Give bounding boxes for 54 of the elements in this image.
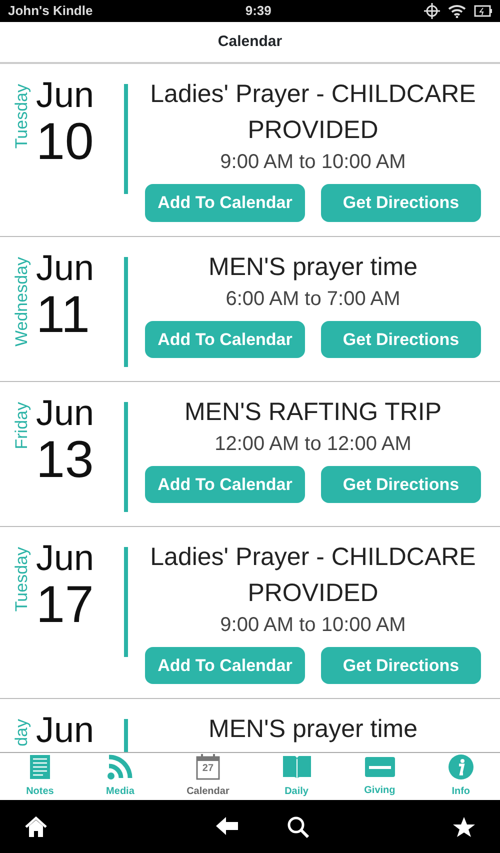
event-title: MEN'S prayer time: [208, 714, 418, 745]
weekday-label: Tuesday: [12, 546, 32, 612]
home-icon[interactable]: [24, 816, 48, 838]
calendar-icon: [196, 754, 220, 780]
weekday-label: Tuesday: [12, 84, 32, 149]
tab-bar-item[interactable]: Info: [444, 753, 478, 800]
event-time: 12:00 AM to 12:00 AM: [214, 432, 412, 456]
weekday-label: Friday: [12, 402, 32, 449]
tab-bar-item[interactable]: Notes: [22, 753, 58, 800]
tab-bar-item[interactable]: Daily: [278, 753, 316, 800]
add-to-calendar-button[interactable]: Add To Calendar: [145, 320, 305, 358]
month-label: Jun: [36, 76, 94, 114]
back-icon[interactable]: [215, 816, 239, 836]
get-directions-button[interactable]: Get Directions: [321, 184, 481, 222]
get-directions-button[interactable]: Get Directions: [321, 320, 481, 358]
day-number: 10: [36, 114, 94, 170]
month-label: Jun: [36, 538, 94, 576]
month-label: Jun: [36, 394, 94, 432]
day-number: 11: [36, 286, 91, 342]
add-to-calendar-button[interactable]: Add To Calendar: [145, 646, 305, 684]
rss-icon: [107, 754, 134, 780]
add-to-calendar-button[interactable]: Add To Calendar: [145, 466, 305, 503]
tab-bar-item[interactable]: Giving: [360, 754, 400, 799]
tab-bar-item[interactable]: 27 Calendar: [182, 753, 234, 800]
day-number: 13: [36, 432, 94, 488]
event-title: Ladies' Prayer - CHILDCARE PROVIDED: [149, 542, 477, 608]
location-icon: [424, 3, 440, 19]
add-to-calendar-button[interactable]: Add To Calendar: [145, 184, 305, 222]
search-icon[interactable]: [287, 816, 309, 838]
month-label: Jun: [36, 248, 94, 286]
event-title: Ladies' Prayer - CHILDCARE PROVIDED: [149, 79, 477, 146]
star-icon[interactable]: [452, 816, 476, 838]
info-icon: [448, 754, 474, 780]
page-title: Calendar: [218, 32, 282, 52]
event-time: 9:00 AM to 10:00 AM: [220, 150, 406, 175]
clock: 9:39: [245, 3, 272, 18]
get-directions-button[interactable]: Get Directions: [321, 466, 481, 503]
wifi-icon: [448, 4, 466, 18]
date-number: 27: [201, 763, 215, 775]
weekday-label: day: [12, 719, 32, 746]
tab-bar-item[interactable]: Media: [102, 753, 138, 800]
get-directions-button[interactable]: Get Directions: [321, 646, 481, 684]
event-title: MEN'S prayer time: [208, 252, 418, 282]
battery-icon: [474, 5, 492, 17]
month-label: Jun: [36, 711, 94, 749]
device-name: John's Kindle: [8, 2, 93, 20]
credit-card-icon: [364, 755, 396, 779]
event-time: 6:00 AM to 7:00 AM: [226, 286, 400, 312]
event-time: 9:00 AM to 10:00 AM: [220, 612, 406, 638]
day-number: 17: [36, 576, 94, 632]
book-icon: [282, 754, 312, 780]
notes-icon: [28, 754, 52, 780]
event-title: MEN'S RAFTING TRIP: [184, 396, 442, 428]
weekday-label: Wednesday: [12, 256, 32, 346]
